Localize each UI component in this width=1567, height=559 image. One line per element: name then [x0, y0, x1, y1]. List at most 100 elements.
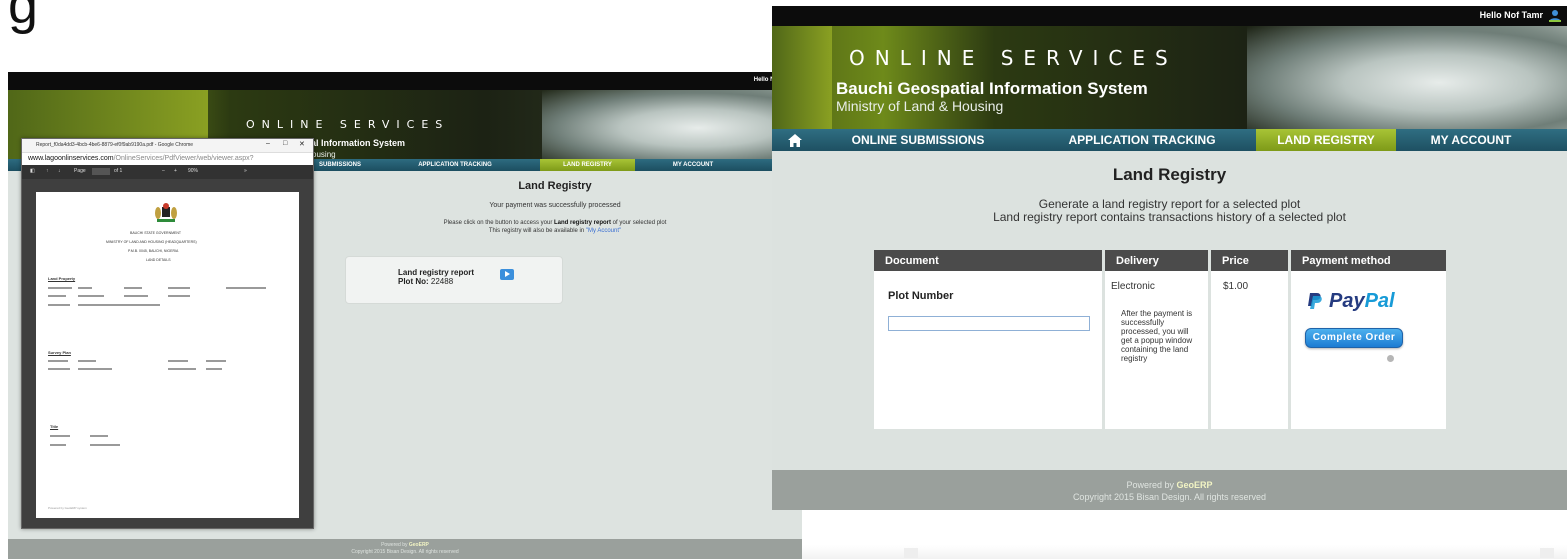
faded-icon: [904, 548, 918, 558]
zoom-in-icon[interactable]: +: [174, 168, 177, 174]
nav-my-account[interactable]: MY ACCOUNT: [1424, 133, 1518, 147]
doc-line: [78, 287, 92, 289]
paypal-icon: [1308, 292, 1322, 309]
page-label: Page: [74, 168, 86, 174]
page-down-icon[interactable]: ↓: [58, 168, 61, 174]
page-up-icon[interactable]: ↑: [46, 168, 49, 174]
doc-line: [48, 368, 70, 370]
top-bar: Hello Nof Tamr: [772, 6, 1567, 26]
site-footer: Powered by GeoERP Copyright 2015 Bisan D…: [772, 470, 1567, 510]
price-cell: $1.00: [1211, 271, 1288, 429]
nav-online-submissions[interactable]: SUBMISSIONS: [310, 162, 370, 168]
ministry-name: Ministry of Land & Housing: [836, 98, 1004, 114]
doc-line: [168, 368, 196, 370]
banner-photo: [542, 90, 802, 159]
document-cell: Plot Number: [874, 271, 1102, 429]
plot-number-input[interactable]: [888, 316, 1090, 331]
nav-land-registry[interactable]: LAND REGISTRY: [540, 159, 635, 171]
report-box: Land registry report Plot No: 22488: [345, 256, 563, 304]
popup-title-bar: Report_f0da4dd3-4bcb-4be6-8879-ef0f9ab91…: [22, 139, 313, 152]
page-subtitle-1: Generate a land registry report for a se…: [1038, 197, 1301, 211]
delivery-note: After the payment is successfully proces…: [1121, 309, 1193, 363]
sidebar-toggle-icon[interactable]: ◧: [30, 168, 35, 174]
address-bar[interactable]: www.lagoonlinservices.com/OnlineServices…: [22, 152, 313, 165]
complete-order-button[interactable]: Complete Order: [1305, 328, 1403, 348]
doc-line: [90, 444, 120, 446]
doc-line: [168, 360, 188, 362]
delivery-type: Electronic: [1111, 281, 1155, 292]
pdf-toolbar: ◧ ↑ ↓ Page of 1 – + 90% »: [22, 165, 313, 179]
doc-heading-1: BAUCHI STATE GOVERNMENT: [130, 231, 182, 235]
home-nav[interactable]: [772, 133, 818, 147]
doc-line: [78, 295, 104, 297]
delivery-cell: Electronic After the payment is successf…: [1105, 271, 1208, 429]
doc-line: [168, 287, 190, 289]
maximize-icon[interactable]: □: [283, 140, 287, 147]
doc-line: [78, 368, 112, 370]
col-document: Document: [874, 250, 1102, 271]
zoom-level[interactable]: 90%: [188, 168, 198, 174]
corner-glyph: g: [8, 0, 39, 35]
nav-land-registry[interactable]: LAND REGISTRY: [1256, 129, 1396, 151]
nav-online-submissions[interactable]: ONLINE SUBMISSIONS: [840, 133, 996, 147]
doc-line: [124, 295, 148, 297]
footer-brand: GeoERP: [1176, 480, 1213, 490]
minimize-icon[interactable]: –: [266, 140, 270, 147]
help-icon[interactable]: [1387, 355, 1394, 362]
order-row: Plot Number Electronic After the payment…: [874, 271, 1446, 429]
footer-copyright: Copyright 2015 Bisan Design. All rights …: [351, 549, 459, 555]
doc-section-survey: Survey Plan: [48, 350, 71, 355]
nav-my-account[interactable]: MY ACCOUNT: [653, 162, 733, 168]
payment-cell: Pay Pal Complete Order: [1291, 271, 1446, 429]
url-path: /OnlineServices/PdfViewer/web/viewer.asp…: [113, 155, 254, 162]
doc-line: [48, 304, 70, 306]
doc-line: [168, 295, 190, 297]
system-name: Bauchi Geospatial Information System: [836, 79, 1148, 98]
doc-line: [124, 287, 142, 289]
doc-line: [48, 360, 68, 362]
col-delivery: Delivery: [1105, 250, 1208, 271]
doc-line: [78, 304, 160, 306]
home-icon: [788, 133, 802, 147]
price-value: $1.00: [1223, 281, 1249, 292]
doc-line: [90, 435, 108, 437]
user-icon: [1549, 10, 1561, 22]
doc-line: [48, 287, 72, 289]
nav-application-tracking[interactable]: APPLICATION TRACKING: [410, 162, 500, 168]
order-table: Document Delivery Price Payment method P…: [874, 250, 1446, 429]
coat-of-arms-icon: [155, 203, 177, 222]
doc-footer-note: Powered by GeoERP system: [48, 506, 87, 510]
site-banner: ONLINE SERVICES Bauchi Geospatial Inform…: [772, 26, 1567, 129]
paypal-text-pay: Pay: [1329, 290, 1365, 312]
page-content: Land Registry Generate a land registry r…: [772, 151, 1567, 510]
doc-line: [78, 360, 96, 362]
banner-photo: [1247, 26, 1567, 129]
page-number-input[interactable]: [92, 168, 110, 175]
payment-success-message: Your payment was successfully processed: [489, 202, 621, 209]
report-title: Land registry report: [398, 268, 475, 277]
instr2-text: This registry will also be available in: [488, 228, 586, 234]
top-bar: Hello Nof Tamr: [8, 72, 802, 90]
doc-line: [50, 435, 70, 437]
greeting[interactable]: Hello Nof Tamr: [1480, 10, 1543, 20]
pdf-page: BAUCHI STATE GOVERNMENT MINISTRY OF LAND…: [36, 192, 299, 518]
instr-text: Please click on the button to access you…: [443, 220, 554, 226]
brand-title: ONLINE SERVICES: [246, 118, 450, 131]
page-title: Land Registry: [1112, 165, 1227, 184]
my-account-link[interactable]: "My Account": [586, 228, 621, 234]
close-icon[interactable]: ✕: [299, 140, 305, 148]
page-subtitle-2: Land registry report contains transactio…: [993, 210, 1346, 224]
nav-application-tracking[interactable]: APPLICATION TRACKING: [1054, 133, 1230, 147]
open-report-icon[interactable]: [500, 269, 514, 280]
footer-powered: Powered by: [381, 542, 408, 548]
doc-line: [206, 368, 222, 370]
site-footer: Powered by GeoERP Copyright 2015 Bisan D…: [8, 539, 802, 559]
footer-copyright: Copyright 2015 Bisan Design. All rights …: [1072, 492, 1267, 502]
footer-brand: GeoERP: [408, 542, 429, 548]
instr-bold: Land registry report: [554, 220, 612, 226]
toolbar-menu-icon[interactable]: »: [244, 168, 247, 174]
faded-icon: [1540, 548, 1554, 558]
zoom-out-icon[interactable]: –: [162, 168, 165, 174]
popup-title: Report_f0da4dd3-4bcb-4be6-8879-ef0f9ab91…: [36, 142, 194, 148]
order-table-header: Document Delivery Price Payment method: [874, 250, 1446, 271]
